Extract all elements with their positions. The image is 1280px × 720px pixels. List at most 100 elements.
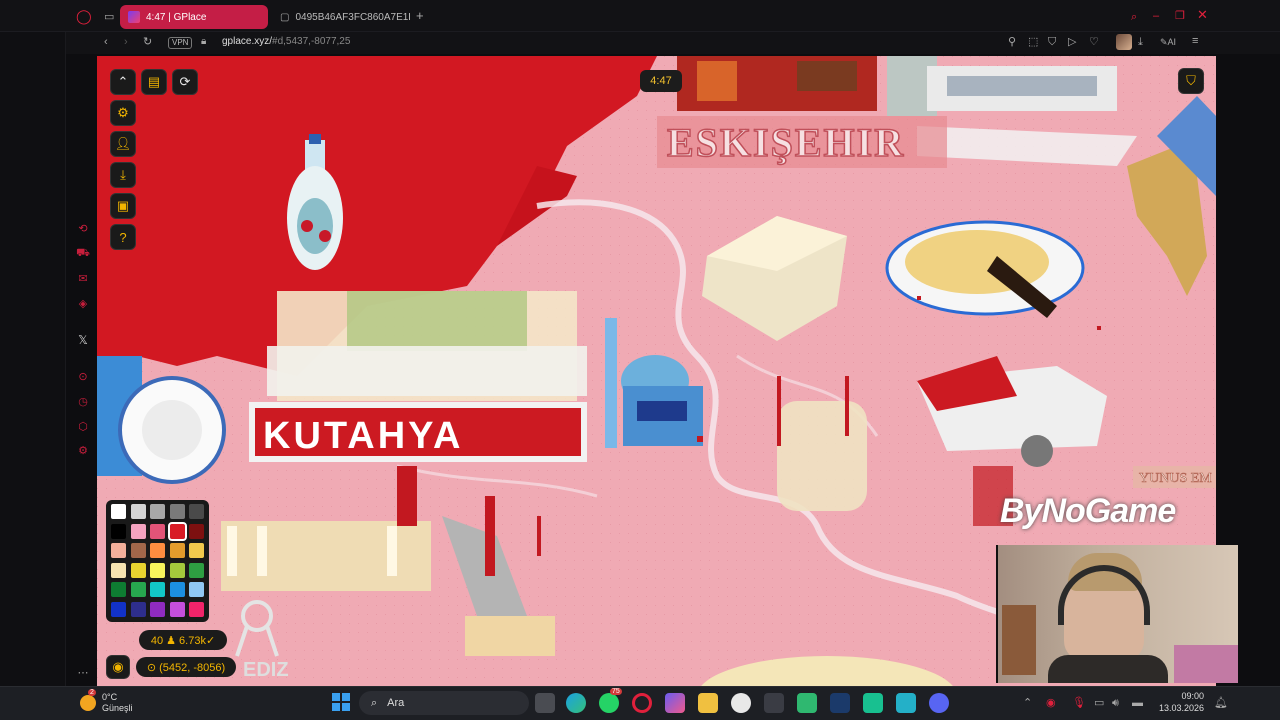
new-tab-button[interactable]: + [416,9,424,22]
app-cyan-icon[interactable] [896,693,916,713]
history-icon[interactable]: ⟲ [76,222,90,235]
bag-icon[interactable]: ⛟ [76,247,90,261]
minimize-button[interactable]: – [1153,10,1159,22]
profile-avatar[interactable] [1116,34,1132,50]
clock[interactable]: 09:00 13.03.2026 [1156,690,1204,714]
color-swatch[interactable] [111,601,126,617]
color-swatch[interactable] [169,601,185,617]
color-swatch[interactable] [111,562,126,578]
share-button[interactable]: ⟳ [172,69,198,95]
discord-icon[interactable] [929,693,949,713]
lock-icon[interactable]: 🔒︎ [201,36,206,48]
color-swatch[interactable] [130,523,146,539]
color-swatch[interactable] [150,504,165,519]
coordinates-readout[interactable]: ⊙ (5452, -8056) [136,657,236,677]
ai-button[interactable]: ✎AI [1160,36,1176,48]
taskview-icon[interactable] [535,693,555,713]
mic-icon[interactable]: 🎙︎ [1072,697,1086,709]
color-swatch[interactable] [189,523,204,539]
menu-icon[interactable]: ≡ [1192,35,1198,47]
tab-hash[interactable]: ▢ 0495B46AF3FC860A7E1E [272,5,410,29]
color-swatch[interactable] [189,543,204,558]
color-swatch[interactable] [111,504,126,519]
color-swatch[interactable] [130,504,146,519]
color-swatch[interactable] [150,582,165,597]
pixel-stats-badge: 40 ♟ 6.73k✓ [139,630,227,650]
collapse-button[interactable]: ⌃ [110,69,136,95]
color-swatch[interactable] [111,523,126,539]
taskbar-search[interactable]: ⌕ Ara [359,691,529,715]
app-teal-icon[interactable] [863,693,883,713]
steam-icon[interactable] [830,693,850,713]
color-swatch[interactable] [130,601,146,617]
download-button[interactable]: ⤓ [110,162,136,188]
weather-widget[interactable]: 2 0°C Güneşli [80,689,133,716]
color-swatch[interactable] [189,562,204,578]
play-icon[interactable]: ▷ [1068,36,1076,48]
color-swatch[interactable] [150,601,165,617]
color-swatch[interactable] [150,543,165,558]
color-swatch[interactable] [150,562,165,578]
color-swatch[interactable] [169,562,185,578]
heart-icon[interactable]: ♡ [1089,36,1099,48]
chat-button[interactable]: ▣ [110,193,136,219]
opera-logo-icon[interactable]: ◯ [76,9,92,23]
color-swatch[interactable] [169,504,185,519]
x-twitter-icon[interactable]: 𝕏 [76,333,90,347]
color-swatch[interactable] [111,582,126,597]
palette-toggle-button[interactable]: ◉ [106,655,130,679]
settings-button[interactable]: ⚙ [110,100,136,126]
snapshot-icon[interactable]: ⬚ [1028,36,1038,48]
profile-button[interactable]: 👤︎ [110,131,136,157]
color-swatch[interactable] [189,601,204,617]
more-icon[interactable]: ⋯ [76,666,90,679]
back-button[interactable]: ‹ [104,36,108,48]
whatsapp-taskbar-icon[interactable]: 75 [599,688,622,713]
notifications-icon[interactable]: 🔔︎ [1214,697,1228,709]
shield-icon[interactable]: ⛉ [1048,36,1056,48]
search-tabs-icon[interactable]: ⌕ [1131,11,1137,23]
vpn-badge[interactable]: VPN [168,37,193,49]
help-button[interactable]: ? [110,224,136,250]
tray-app-icon[interactable]: ◉ [1046,697,1056,709]
url-field[interactable]: gplace.xyz/#d,5437,-8077,25 [222,36,350,47]
tab-manager-icon[interactable]: ▭ [104,11,114,23]
color-swatch[interactable] [111,543,126,558]
color-swatch[interactable] [130,582,146,597]
chrome-icon[interactable] [731,693,751,713]
color-swatch[interactable] [169,543,185,558]
start-button[interactable] [332,693,350,711]
battery-icon[interactable]: ▬ [1132,697,1143,709]
forward-button[interactable]: › [124,36,128,48]
color-swatch[interactable] [189,582,204,597]
color-swatch[interactable] [167,521,187,541]
color-swatch[interactable] [130,543,146,558]
tab-gplace[interactable]: 4:47 | GPlace [120,5,268,29]
color-swatch[interactable] [169,582,185,597]
color-swatch[interactable] [130,562,146,578]
color-swatch[interactable] [189,504,204,519]
maximize-button[interactable]: ❐ [1175,10,1185,22]
volume-icon[interactable]: 🔊︎ [1112,697,1119,709]
store-button[interactable]: ⛉ [1178,68,1204,94]
settings-icon[interactable]: ⚙ [76,444,90,457]
edge-icon[interactable] [566,693,586,713]
network-icon[interactable]: ▭ [1094,697,1104,709]
notes-button[interactable]: ▤ [141,69,167,95]
extensions-icon[interactable]: ⬡ [76,420,90,433]
reload-button[interactable]: ↻ [143,36,152,48]
clock-icon[interactable]: ◷ [76,395,90,408]
messenger-icon[interactable]: ✉ [76,272,90,285]
store-icon[interactable] [764,693,784,713]
color-swatch[interactable] [150,523,165,539]
whatsapp-icon[interactable]: ◈ [76,297,90,310]
opera-taskbar-icon[interactable] [632,693,652,713]
pin-icon[interactable]: ⚲ [1008,36,1016,48]
close-window-button[interactable]: ✕ [1197,8,1208,21]
copilot-icon[interactable] [665,693,685,713]
app-green-icon[interactable] [797,693,817,713]
tray-expand-icon[interactable]: ⌃ [1023,697,1032,709]
explorer-icon[interactable] [698,693,718,713]
download-icon[interactable]: ⤓ [1138,36,1143,48]
player-icon[interactable]: ⊙ [76,370,90,383]
